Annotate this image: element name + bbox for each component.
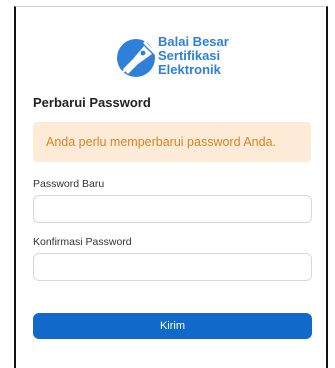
- brand-name: Balai Besar Sertifikasi Elektronik: [158, 35, 229, 77]
- new-password-label: Password Baru: [33, 178, 105, 190]
- page-title: Perbarui Password: [33, 95, 151, 110]
- brand-line-2: Sertifikasi: [158, 48, 221, 63]
- brand-logo: Balai Besar Sertifikasi Elektronik: [114, 32, 264, 84]
- brand-line-3: Elektronik: [158, 62, 221, 77]
- password-update-alert: Anda perlu memperbarui password Anda.: [33, 122, 311, 162]
- brand-line-1: Balai Besar: [158, 34, 229, 49]
- confirm-password-input[interactable]: [33, 253, 312, 281]
- confirm-password-label: Konfirmasi Password: [33, 236, 132, 248]
- new-password-input[interactable]: [33, 195, 312, 223]
- update-password-card: Balai Besar Sertifikasi Elektronik Perba…: [14, 6, 328, 368]
- submit-button[interactable]: Kirim: [33, 313, 312, 339]
